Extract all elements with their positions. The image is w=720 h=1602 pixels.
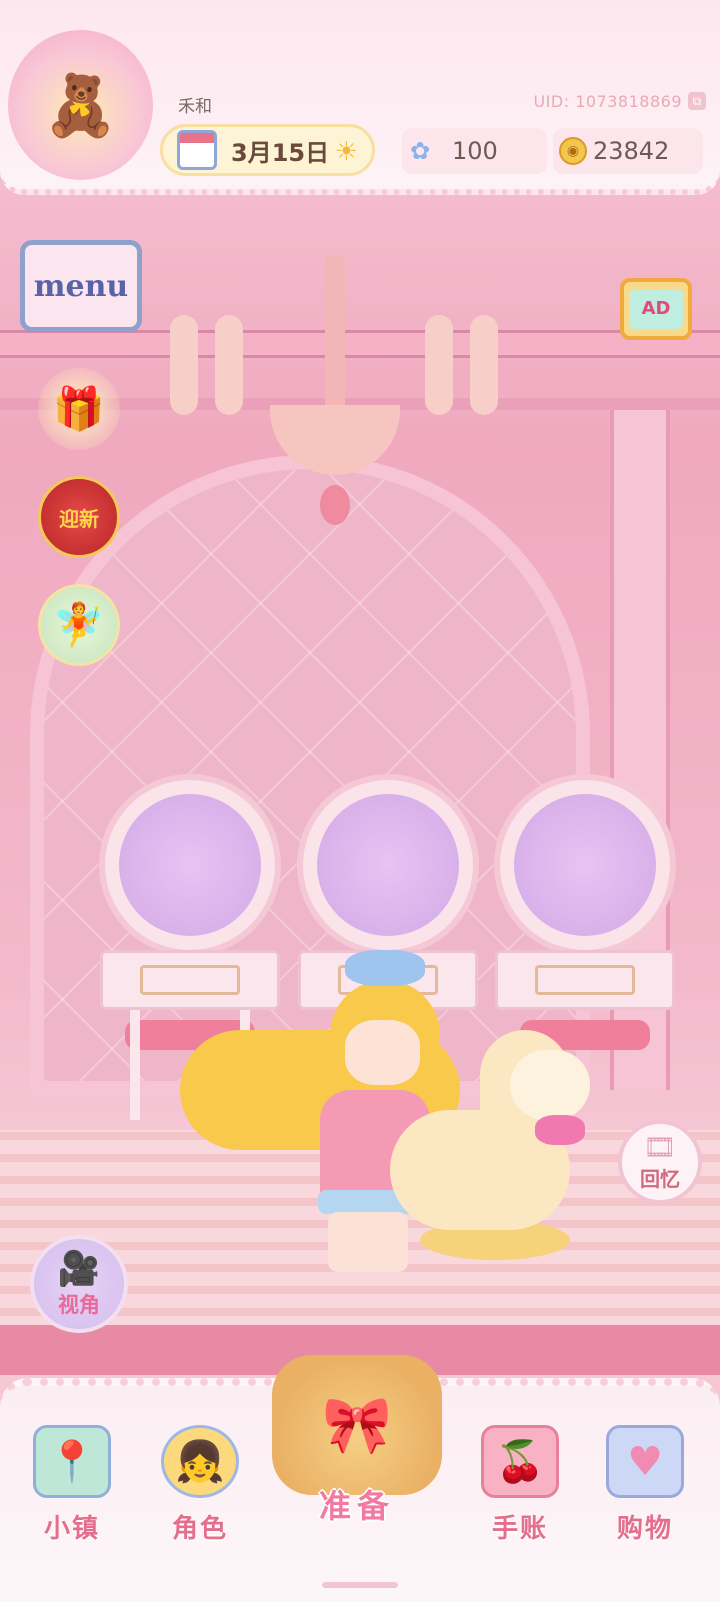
player-name: 禾和 [178, 97, 212, 117]
basket-icon: 🎀 [272, 1355, 442, 1495]
gift-button[interactable]: 🎁 [38, 368, 120, 450]
newyear-event-button[interactable]: 迎新 [38, 476, 120, 558]
date-label: 3月15日 [231, 138, 330, 167]
gem-counter[interactable]: ✿ 100 [402, 128, 547, 174]
menu-label: menu [33, 268, 129, 304]
newyear-label: 迎新 [59, 506, 99, 531]
calendar-icon [177, 130, 217, 170]
chandelier-arm [215, 315, 243, 415]
menu-button[interactable]: menu [20, 240, 142, 332]
gem-icon: ✿ [410, 137, 431, 165]
journal-icon: 🍒 [481, 1425, 559, 1498]
vanity-mirror [303, 780, 473, 950]
ad-label: AD [629, 289, 683, 329]
nav-shop[interactable]: ♥ 购物 [595, 1425, 695, 1545]
player-avatar[interactable]: 🧸 [8, 30, 153, 180]
vanity-mirror [105, 780, 275, 950]
chandelier [170, 255, 500, 585]
chandelier-stem [325, 255, 345, 415]
coin-counter[interactable]: ◉ 23842 [553, 128, 703, 174]
chandelier-bowl [270, 405, 400, 475]
nav-town[interactable]: 📍 小镇 [22, 1425, 122, 1545]
nav-journal[interactable]: 🍒 手账 [470, 1425, 570, 1545]
vanity-drawer [535, 965, 635, 995]
nav-prepare-label: 准备 [318, 1487, 395, 1525]
nav-shop-label: 购物 [616, 1514, 673, 1544]
player-uid: UID: 1073818869 [533, 92, 682, 111]
avatar-icon: 🧸 [43, 70, 118, 141]
memory-button[interactable]: 🎞 回忆 [618, 1120, 702, 1204]
character-bow [345, 950, 425, 986]
coin-amount: 23842 [593, 137, 670, 165]
fairy-icon: 🧚 [52, 600, 106, 649]
date-pill[interactable]: 3月15日 ☀ [160, 124, 375, 176]
camera-icon: 🎥 [57, 1249, 101, 1289]
chandelier-arm [425, 315, 453, 415]
top-hud: 🧸 禾和 UID: 1073818869 ⧉ 3月15日 ☀ ✿ 100 ◉ 2… [0, 0, 720, 195]
coin-icon: ◉ [559, 137, 587, 165]
map-icon: 📍 [33, 1425, 111, 1498]
chandelier-drop [320, 485, 350, 525]
chandelier-arm [170, 315, 198, 415]
vanity-mirror [500, 780, 670, 950]
ad-tv-button[interactable]: AD [620, 278, 692, 340]
nav-character[interactable]: 👧 角色 [150, 1425, 250, 1545]
nav-prepare[interactable]: 🎀 准备 [262, 1355, 452, 1560]
film-icon: 🎞 [643, 1132, 677, 1163]
memory-label: 回忆 [640, 1166, 680, 1191]
copy-uid-icon[interactable]: ⧉ [688, 92, 706, 110]
chandelier-arm [470, 315, 498, 415]
rocking-alpaca[interactable] [390, 1000, 620, 1270]
view-label: 视角 [58, 1293, 100, 1317]
nav-character-label: 角色 [171, 1514, 228, 1544]
shopping-bag-icon: ♥ [606, 1425, 684, 1498]
nav-town-label: 小镇 [43, 1514, 100, 1544]
stool-leg [130, 1010, 140, 1120]
fairy-event-button[interactable]: 🧚 [38, 584, 120, 666]
alpaca-head [510, 1050, 590, 1120]
character-icon: 👧 [161, 1425, 239, 1498]
nav-journal-label: 手账 [491, 1514, 548, 1544]
alpaca-bow [535, 1115, 585, 1145]
home-indicator[interactable] [322, 1582, 398, 1588]
gift-icon: 🎁 [52, 384, 106, 433]
gem-amount: 100 [452, 137, 498, 165]
camera-view-button[interactable]: 🎥 视角 [30, 1235, 128, 1333]
sun-icon: ☀ [334, 137, 358, 167]
